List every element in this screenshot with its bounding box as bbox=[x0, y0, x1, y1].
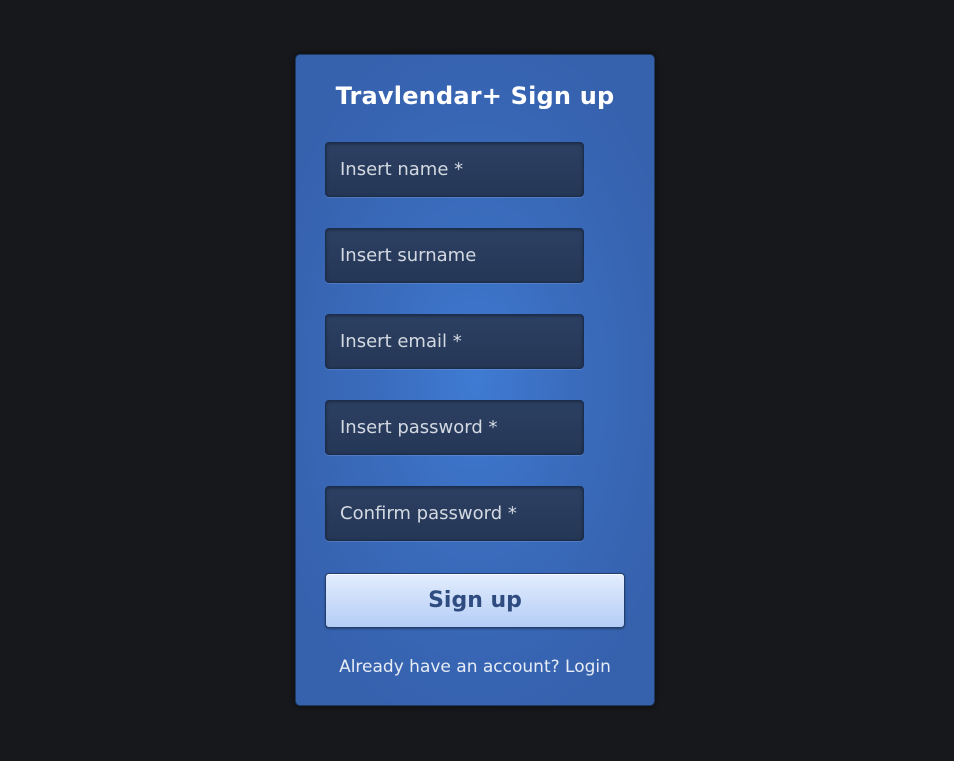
email-field[interactable] bbox=[325, 314, 584, 369]
name-field[interactable] bbox=[325, 142, 584, 197]
login-prompt: Already have an account? Login bbox=[296, 657, 654, 677]
surname-field[interactable] bbox=[325, 228, 584, 283]
confirm-password-field[interactable] bbox=[325, 486, 584, 541]
signup-button[interactable]: Sign up bbox=[325, 573, 625, 628]
login-link[interactable]: Login bbox=[565, 657, 611, 677]
signup-card: Travlendar+ Sign up Sign up Already have… bbox=[295, 54, 655, 706]
password-field[interactable] bbox=[325, 400, 584, 455]
page-title: Travlendar+ Sign up bbox=[335, 82, 615, 110]
login-prompt-text: Already have an account? bbox=[339, 657, 560, 677]
